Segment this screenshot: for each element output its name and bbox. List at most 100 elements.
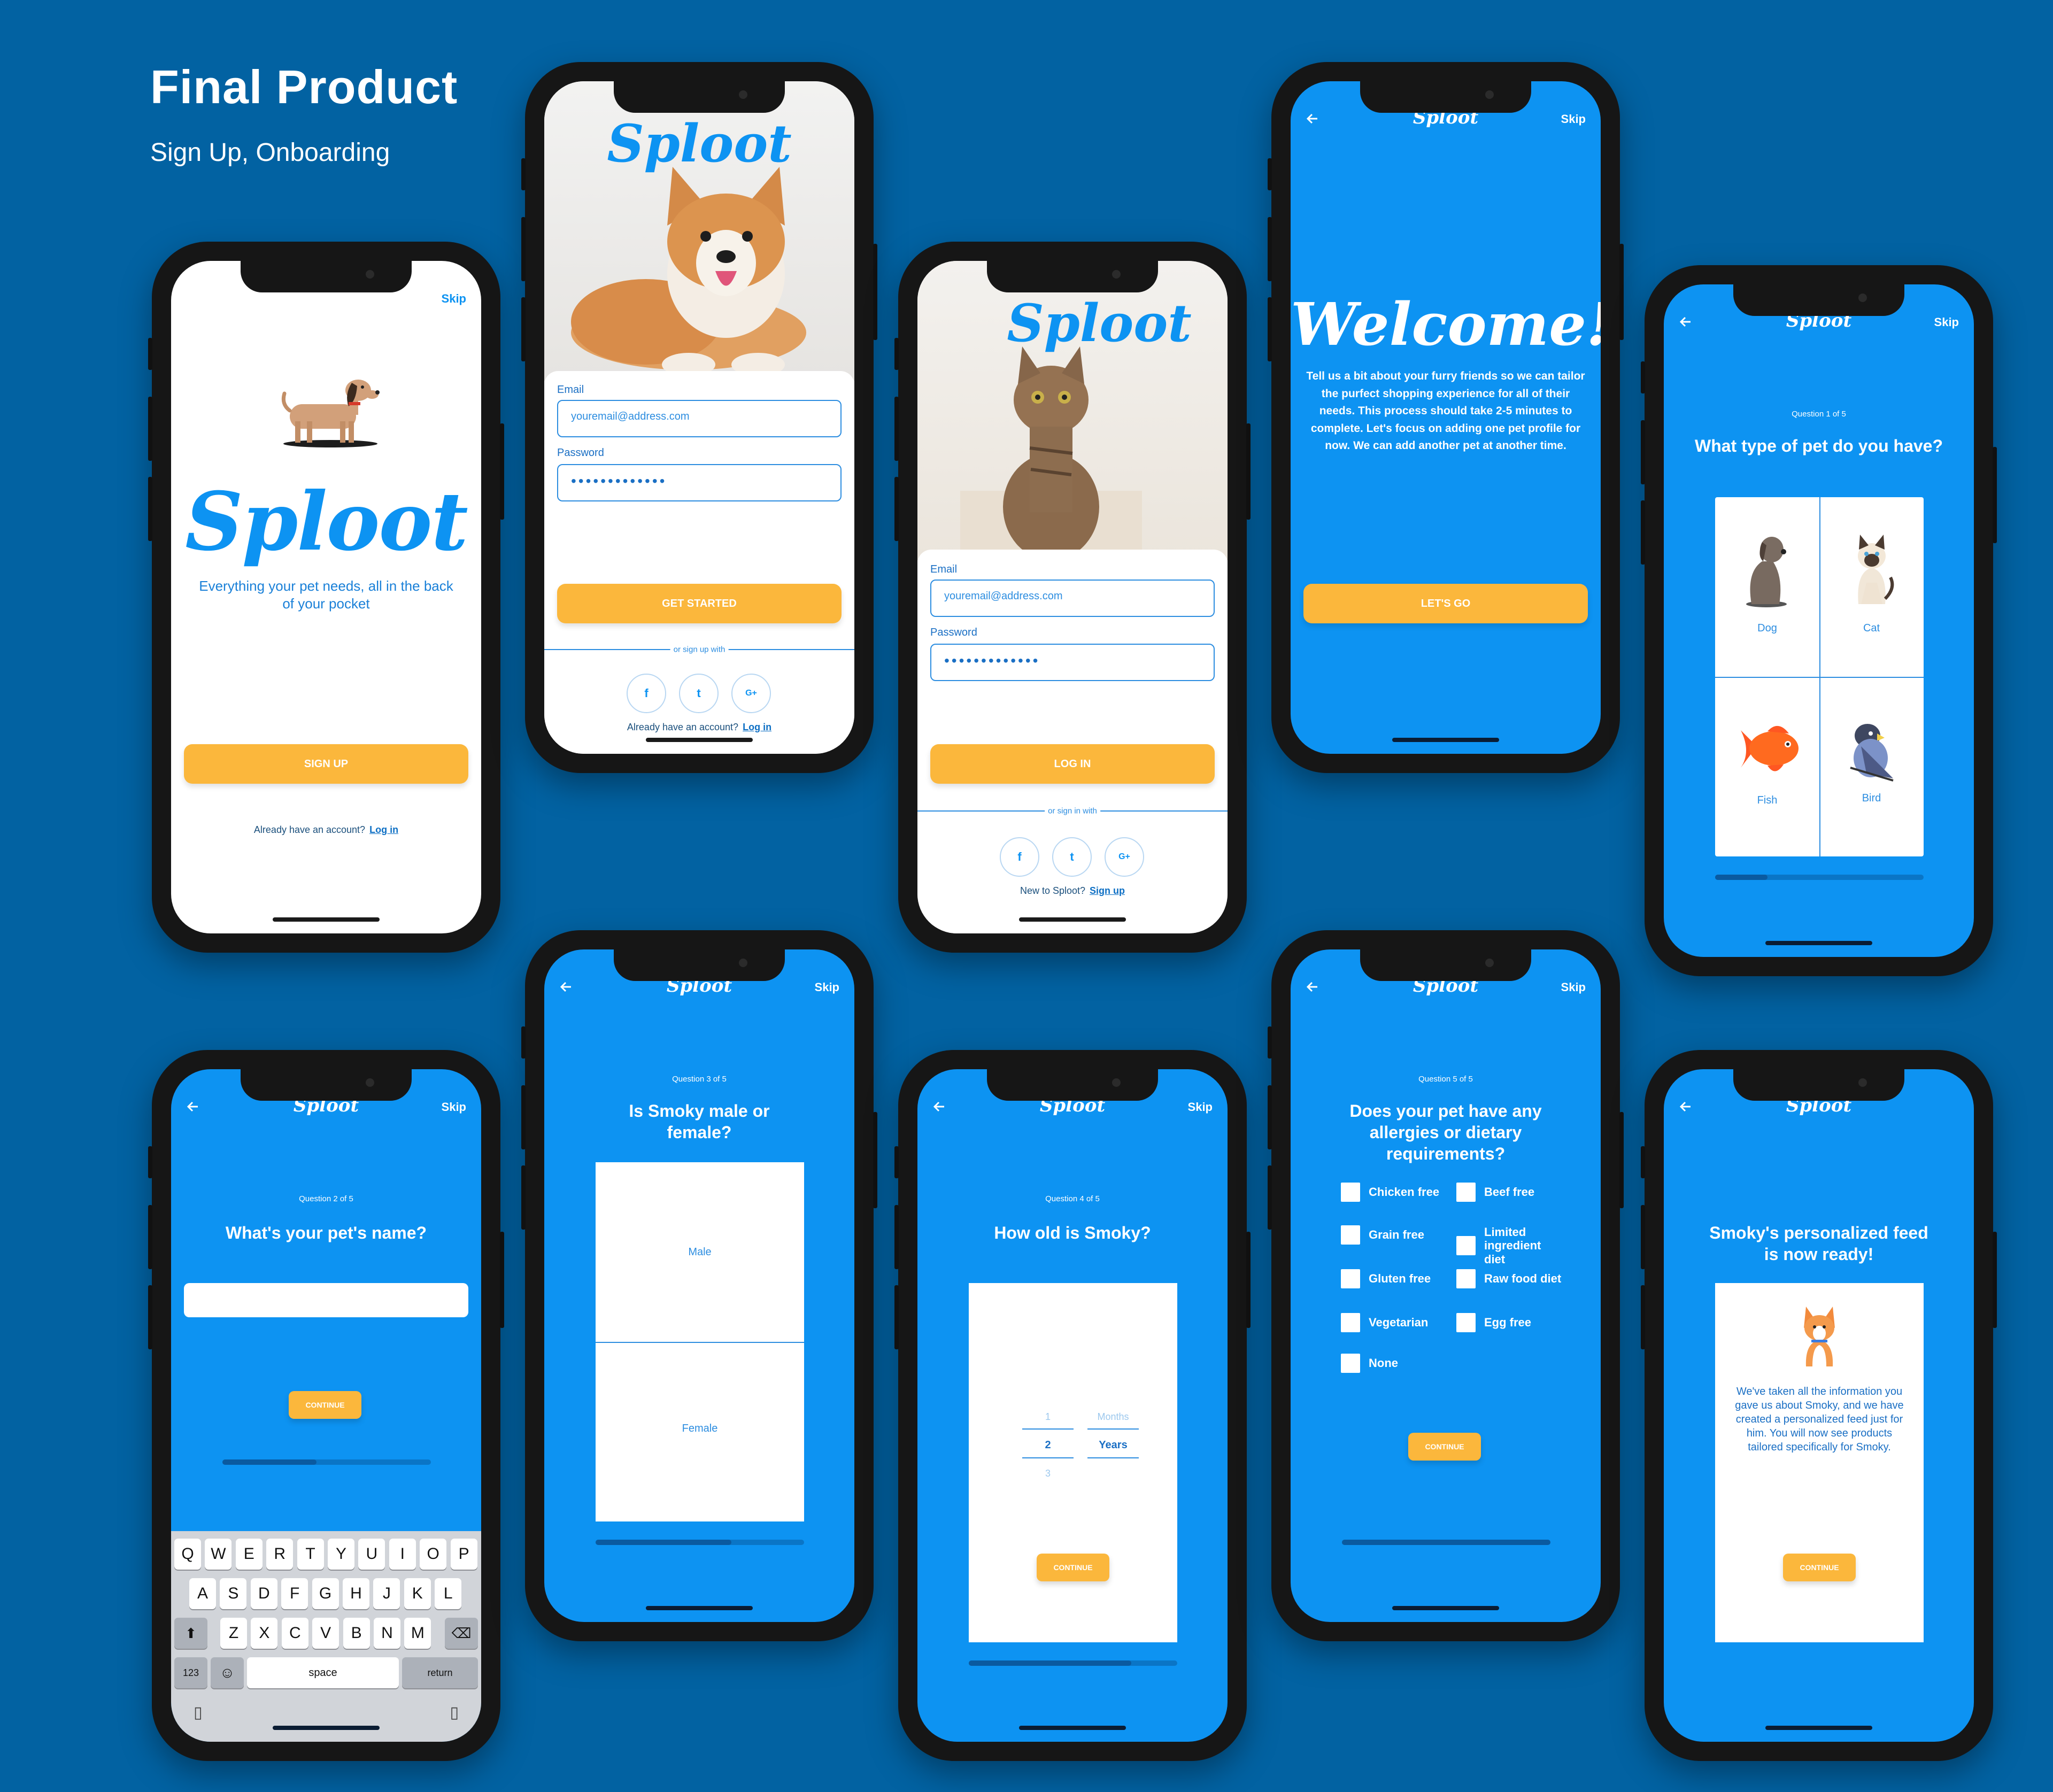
checkbox-box[interactable] [1341, 1225, 1360, 1245]
option-female[interactable]: Female [596, 1343, 804, 1521]
password-field[interactable]: ••••••••••••• [930, 644, 1215, 681]
key-x[interactable]: X [251, 1618, 278, 1649]
sign-up-button[interactable]: SIGN UP [184, 744, 468, 784]
key-b[interactable]: B [343, 1618, 370, 1649]
space-key[interactable]: space [247, 1657, 399, 1688]
skip-button[interactable]: Skip [442, 1100, 466, 1114]
option-male[interactable]: Male [596, 1162, 804, 1342]
log-in-button[interactable]: LOG IN [930, 744, 1215, 784]
age-number-3[interactable]: 3 [1022, 1468, 1074, 1479]
skip-button[interactable]: Skip [1561, 980, 1586, 994]
key-d[interactable]: D [250, 1578, 277, 1609]
key-i[interactable]: I [389, 1539, 416, 1570]
key-f[interactable]: F [281, 1578, 308, 1609]
checkbox-none[interactable]: None [1341, 1354, 1398, 1373]
continue-button[interactable]: CONTINUE [1783, 1554, 1856, 1581]
checkbox-label: Beef free [1484, 1185, 1535, 1199]
question-number: Question 1 of 5 [1792, 410, 1846, 419]
key-o[interactable]: O [420, 1539, 447, 1570]
continue-button[interactable]: CONTINUE [1408, 1433, 1481, 1461]
checkbox-box[interactable] [1456, 1235, 1476, 1255]
age-unit-months[interactable]: Months [1087, 1411, 1139, 1423]
twitter-icon[interactable]: t [679, 674, 719, 713]
pet-option-bird[interactable]: Bird [1819, 677, 1924, 856]
key-k[interactable]: K [404, 1578, 431, 1609]
age-number-2[interactable]: 2 [1022, 1439, 1074, 1451]
key-q[interactable]: Q [174, 1539, 201, 1570]
skip-button[interactable]: Skip [1188, 1100, 1213, 1114]
key-h[interactable]: H [343, 1578, 369, 1609]
key-j[interactable]: J [373, 1578, 400, 1609]
key-r[interactable]: R [266, 1539, 294, 1570]
key-c[interactable]: C [281, 1618, 308, 1649]
key-w[interactable]: W [205, 1539, 232, 1570]
email-field[interactable]: youremail@address.com [557, 400, 842, 437]
shift-key[interactable]: ⬆ [174, 1618, 207, 1649]
checkbox-gluten-free[interactable]: Gluten free [1341, 1269, 1431, 1288]
progress-fill [1342, 1540, 1550, 1545]
continue-button[interactable]: CONTINUE [289, 1391, 361, 1419]
facebook-icon[interactable]: f [627, 674, 666, 713]
checkbox-box[interactable] [1341, 1183, 1360, 1202]
key-n[interactable]: N [374, 1618, 400, 1649]
lets-go-button[interactable]: LET'S GO [1303, 584, 1588, 623]
key-e[interactable]: E [235, 1539, 263, 1570]
checkbox-box[interactable] [1341, 1313, 1360, 1332]
checkbox-chicken-free[interactable]: Chicken free [1341, 1183, 1439, 1202]
key-p[interactable]: P [450, 1539, 477, 1570]
question-5-screen: Sploot Skip Question 5 of 5 Does your pe… [1291, 949, 1601, 1622]
skip-button[interactable]: Skip [815, 980, 839, 994]
checkbox-vegetarian[interactable]: Vegetarian [1341, 1313, 1428, 1332]
skip-button[interactable]: Skip [442, 292, 466, 306]
checkbox-box[interactable] [1456, 1313, 1476, 1332]
phone-splash: Skip Sploot Everything your pet needs, a… [148, 242, 504, 953]
progress-bar [969, 1660, 1177, 1666]
sign-up-link[interactable]: Sign up [1090, 885, 1125, 896]
checkbox-egg-free[interactable]: Egg free [1456, 1313, 1531, 1332]
key-u[interactable]: U [358, 1539, 385, 1570]
twitter-icon[interactable]: t [1052, 837, 1092, 877]
pet-option-cat[interactable]: Cat [1819, 497, 1924, 677]
key-t[interactable]: T [297, 1539, 324, 1570]
checkbox-raw-food[interactable]: Raw food diet [1456, 1269, 1561, 1288]
get-started-button[interactable]: GET STARTED [557, 584, 842, 623]
google-plus-icon[interactable]: G+ [731, 674, 771, 713]
log-in-link[interactable]: Log in [743, 722, 771, 732]
key-a[interactable]: A [189, 1578, 216, 1609]
checkbox-beef-free[interactable]: Beef free [1456, 1183, 1534, 1202]
key-z[interactable]: Z [220, 1618, 247, 1649]
age-number-1[interactable]: 1 [1022, 1411, 1074, 1423]
facebook-icon[interactable]: f [1000, 837, 1039, 877]
log-in-link[interactable]: Log in [369, 824, 398, 835]
key-s[interactable]: S [220, 1578, 247, 1609]
skip-button[interactable]: Skip [1561, 112, 1586, 126]
emoji-key[interactable]: ☺ [211, 1657, 244, 1688]
key-m[interactable]: M [404, 1618, 431, 1649]
key-g[interactable]: G [312, 1578, 339, 1609]
password-field[interactable]: ••••••••••••• [557, 464, 842, 501]
numbers-key[interactable]: 123 [174, 1657, 207, 1688]
checkbox-box[interactable] [1456, 1183, 1476, 1202]
delete-key[interactable]: ⌫ [445, 1618, 478, 1649]
pet-option-dog[interactable]: Dog [1715, 497, 1819, 677]
divider-text: or sign up with [670, 645, 729, 654]
return-key[interactable]: return [402, 1657, 478, 1688]
checkbox-label: Gluten free [1369, 1272, 1431, 1286]
skip-button[interactable]: Skip [1934, 315, 1959, 329]
checkbox-limited-ingredient[interactable]: Limited ingredient diet [1456, 1225, 1543, 1266]
checkbox-box[interactable] [1341, 1354, 1360, 1373]
age-unit-years[interactable]: Years [1087, 1439, 1139, 1451]
checkbox-box[interactable] [1456, 1269, 1476, 1288]
key-v[interactable]: V [312, 1618, 339, 1649]
microphone-icon[interactable]: ▯ [450, 1703, 459, 1722]
globe-icon[interactable]: ▯ [194, 1703, 203, 1722]
key-y[interactable]: Y [328, 1539, 354, 1570]
checkbox-box[interactable] [1341, 1269, 1360, 1288]
key-l[interactable]: L [435, 1578, 462, 1609]
google-plus-icon[interactable]: G+ [1105, 837, 1144, 877]
pet-option-fish[interactable]: Fish [1715, 677, 1819, 856]
email-field[interactable]: youremail@address.com [930, 580, 1215, 617]
checkbox-grain-free[interactable]: Grain free [1341, 1225, 1424, 1245]
pet-name-input[interactable] [184, 1283, 468, 1317]
continue-button[interactable]: CONTINUE [1037, 1554, 1109, 1581]
